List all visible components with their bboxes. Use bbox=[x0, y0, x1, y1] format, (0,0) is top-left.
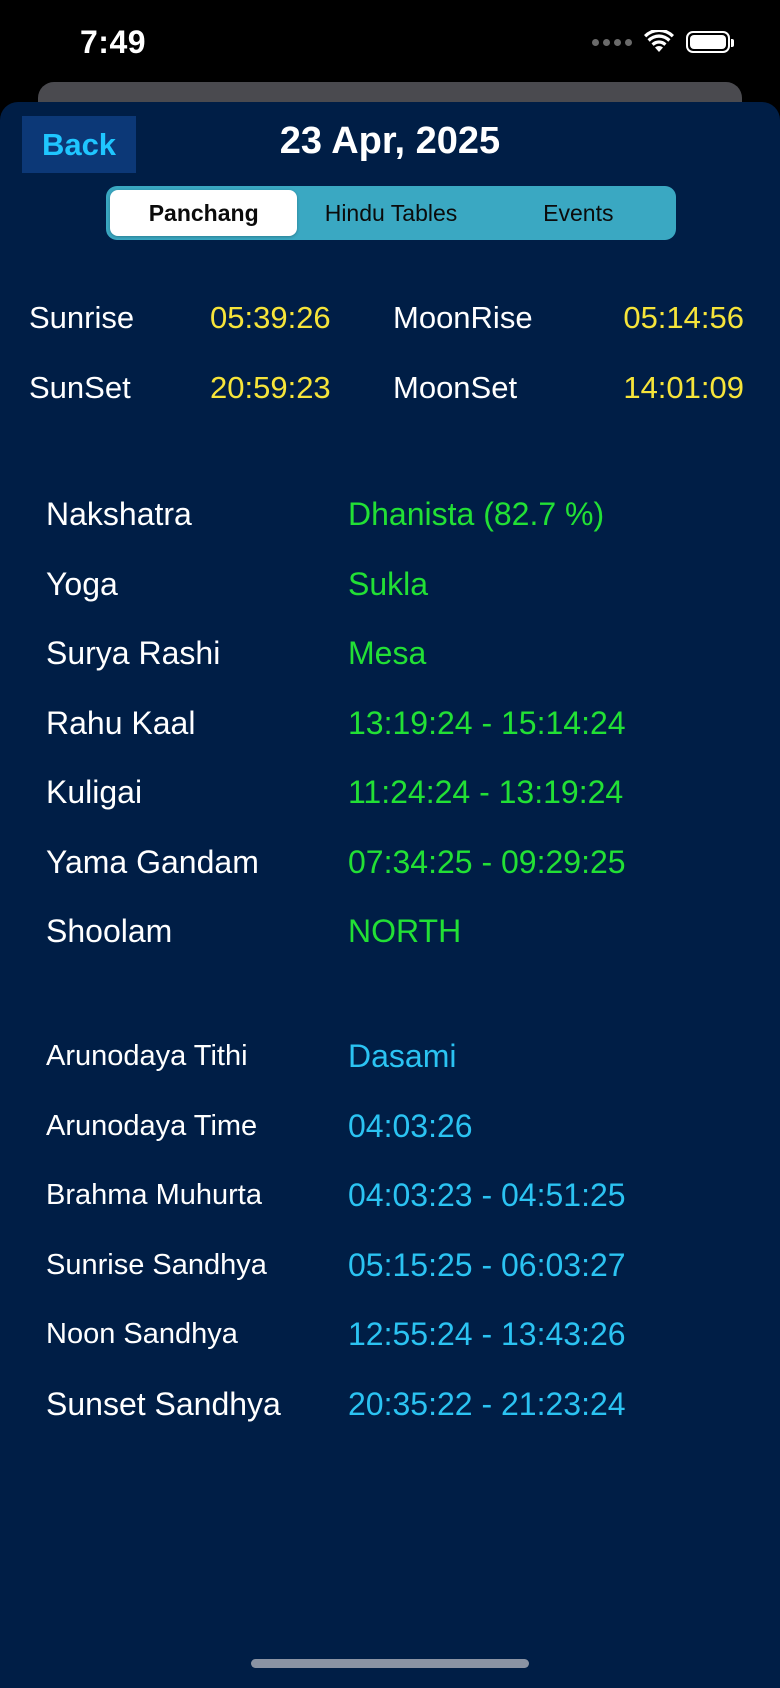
detail-label: Yoga bbox=[46, 566, 118, 602]
timing-value: 20:35:22 - 21:23:24 bbox=[348, 1386, 626, 1422]
sunrise-label: Sunrise bbox=[29, 300, 135, 335]
tab-events[interactable]: Events bbox=[485, 190, 672, 236]
timing-label: Sunrise Sandhya bbox=[46, 1249, 267, 1281]
detail-row-yama-gandam: Yama Gandam 07:34:25 - 09:29:25 bbox=[46, 844, 746, 894]
page-title: 23 Apr, 2025 bbox=[279, 120, 501, 162]
status-time: 7:49 bbox=[80, 24, 147, 60]
moonrise-value: 05:14:56 bbox=[623, 300, 744, 335]
detail-row-surya-rashi: Surya Rashi Mesa bbox=[46, 635, 746, 685]
detail-row-nakshatra: Nakshatra Dhanista (82.7 %) bbox=[46, 496, 746, 546]
sunset-value: 20:59:23 bbox=[210, 370, 331, 405]
moonrise-label: MoonRise bbox=[393, 300, 533, 335]
detail-label: Rahu Kaal bbox=[46, 705, 196, 741]
detail-label: Shoolam bbox=[46, 913, 173, 949]
detail-row-kuligai: Kuligai 11:24:24 - 13:19:24 bbox=[46, 774, 746, 824]
timing-row-sunrise-sandhya: Sunrise Sandhya 05:15:25 - 06:03:27 bbox=[46, 1247, 746, 1297]
timing-value: Dasami bbox=[348, 1038, 457, 1074]
status-bar: 7:49 bbox=[0, 0, 780, 90]
sunrise-value: 05:39:26 bbox=[210, 300, 331, 335]
timing-value: 04:03:23 - 04:51:25 bbox=[348, 1177, 626, 1213]
detail-label: Nakshatra bbox=[46, 496, 192, 532]
moonset-label: MoonSet bbox=[393, 370, 518, 405]
panchang-sheet: Back 23 Apr, 2025 Panchang Hindu Tables … bbox=[0, 102, 780, 1688]
timing-label: Arunodaya Time bbox=[46, 1110, 258, 1142]
detail-value: 07:34:25 - 09:29:25 bbox=[348, 844, 626, 880]
detail-label: Kuligai bbox=[46, 774, 143, 810]
detail-value: NORTH bbox=[348, 913, 462, 949]
timing-row-arunodaya-tithi: Arunodaya Tithi Dasami bbox=[46, 1038, 746, 1088]
home-indicator bbox=[251, 1659, 529, 1668]
timing-value: 05:15:25 - 06:03:27 bbox=[348, 1247, 626, 1283]
timing-row-sunset-sandhya: Sunset Sandhya 20:35:22 - 21:23:24 bbox=[46, 1386, 746, 1436]
detail-value: 13:19:24 - 15:14:24 bbox=[348, 705, 626, 741]
status-icons bbox=[592, 30, 734, 54]
detail-label: Surya Rashi bbox=[46, 635, 221, 671]
detail-value: Dhanista (82.7 %) bbox=[348, 496, 605, 532]
tab-hindu-tables[interactable]: Hindu Tables bbox=[297, 190, 484, 236]
detail-value: Sukla bbox=[348, 566, 429, 602]
detail-row-rahu-kaal: Rahu Kaal 13:19:24 - 15:14:24 bbox=[46, 705, 746, 755]
tab-bar: Panchang Hindu Tables Events bbox=[106, 186, 676, 240]
timing-row-brahma-muhurta: Brahma Muhurta 04:03:23 - 04:51:25 bbox=[46, 1177, 746, 1227]
sunset-label: SunSet bbox=[29, 370, 131, 405]
timing-value: 12:55:24 - 13:43:26 bbox=[348, 1316, 626, 1352]
detail-label: Yama Gandam bbox=[46, 844, 259, 880]
battery-icon bbox=[686, 31, 734, 53]
timing-label: Noon Sandhya bbox=[46, 1318, 238, 1350]
timing-label: Brahma Muhurta bbox=[46, 1179, 262, 1211]
timing-row-noon-sandhya: Noon Sandhya 12:55:24 - 13:43:26 bbox=[46, 1316, 746, 1366]
detail-value: Mesa bbox=[348, 635, 427, 671]
cellular-signal-icon bbox=[592, 38, 632, 46]
timing-label: Sunset Sandhya bbox=[46, 1386, 281, 1422]
timing-value: 04:03:26 bbox=[348, 1108, 473, 1144]
moonset-value: 14:01:09 bbox=[623, 370, 744, 405]
detail-row-shoolam: Shoolam NORTH bbox=[46, 913, 746, 963]
detail-row-yoga: Yoga Sukla bbox=[46, 566, 746, 616]
wifi-icon bbox=[644, 30, 674, 52]
detail-value: 11:24:24 - 13:19:24 bbox=[348, 774, 624, 810]
timing-row-arunodaya-time: Arunodaya Time 04:03:26 bbox=[46, 1108, 746, 1158]
timing-label: Arunodaya Tithi bbox=[46, 1040, 248, 1072]
tab-panchang[interactable]: Panchang bbox=[110, 190, 298, 236]
